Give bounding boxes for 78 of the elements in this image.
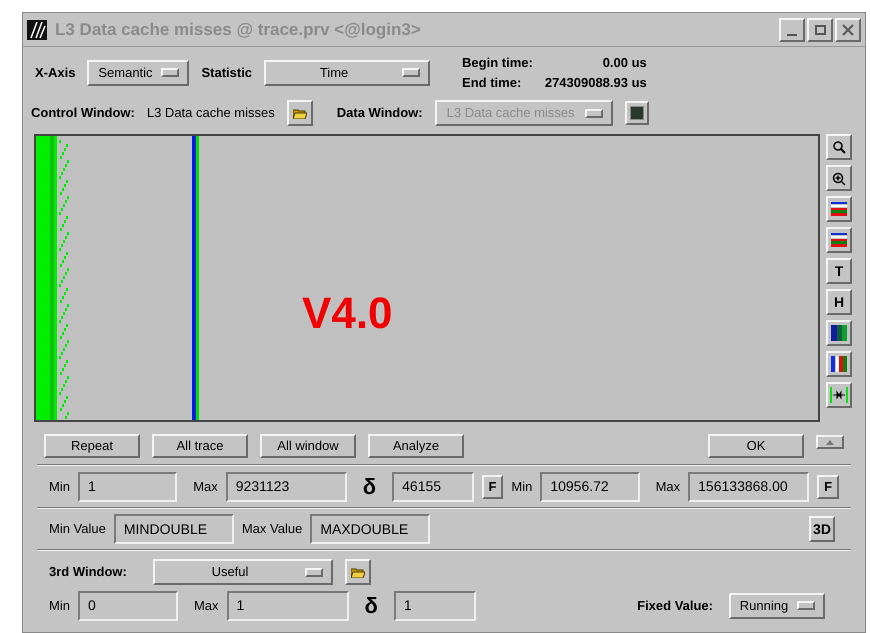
time-value: 0.00 us [602,54,647,72]
option-menu[interactable]: Running [729,592,825,618]
tool-button[interactable] [826,196,852,222]
field-label: Max [193,478,218,494]
color-lines-icon [831,233,848,247]
folder-button[interactable] [286,100,313,126]
ok-button[interactable]: OK [708,434,804,458]
field-label: Min [49,478,70,496]
folder-icon [351,566,365,578]
folder-icon [292,108,307,118]
field-label: Max [194,598,219,612]
fit-button[interactable]: F [482,474,504,498]
field-label: End time: [462,74,522,92]
option-menu[interactable]: Useful [153,559,333,585]
input-field[interactable]: MAXDOUBLE [310,514,430,544]
delta-symbol: δ [362,473,376,501]
input-field[interactable]: 10956.72 [540,472,640,502]
gradient-icon [831,325,848,341]
field-label: Min Value [49,520,106,538]
triangle-icon [826,440,834,444]
action-button[interactable]: All window [260,434,356,458]
3d-button[interactable]: 3D [809,516,835,542]
folder-button[interactable] [345,559,371,585]
arrows-inward-icon [830,387,848,403]
field-label: Control Window: [31,104,135,122]
option-indicator-icon [797,601,815,610]
tool-button[interactable] [826,320,852,346]
collapse-button[interactable] [816,435,844,449]
field-label: Max [656,478,680,494]
color-lines-icon [831,202,848,216]
input-field[interactable]: 156133868.00 [688,472,810,502]
close-button[interactable] [835,18,861,42]
tool-button[interactable] [826,165,852,191]
control-window-value: L3 Data cache misses [146,104,275,122]
time-value: 274309088.93 us [544,74,647,92]
field-label: Max Value [242,520,302,538]
option-indicator-icon [584,108,603,118]
action-button[interactable]: Analyze [368,434,464,458]
option-indicator-icon [305,568,323,576]
field-label: Min [49,596,70,615]
input-field[interactable]: 1 [226,590,349,620]
search-icon [832,140,846,154]
color-bars-icon [831,356,848,372]
input-field[interactable]: 9231123 [226,472,347,502]
delta-symbol: δ [364,592,378,620]
fit-button[interactable]: F [817,474,839,498]
option-indicator-icon [402,68,420,77]
tool-button[interactable] [826,134,852,160]
field-label: Min [511,478,532,496]
field-label: Fixed Value: [637,598,713,612]
maximize-button[interactable] [807,18,833,42]
input-field[interactable]: 46155 [392,472,474,502]
action-button[interactable]: Repeat [44,434,140,458]
minimize-button[interactable] [779,18,805,42]
tool-button[interactable] [826,351,852,377]
tool-button[interactable] [826,382,852,408]
tool-button[interactable]: T [826,258,852,284]
option-menu[interactable]: Time [264,60,430,86]
field-label: 3rd Window: [49,564,127,579]
window-title: L3 Data cache misses @ trace.prv <@login3> [55,18,422,41]
app-icon [27,20,47,40]
field-label: X-Axis [35,64,76,82]
option-menu[interactable]: Semantic [87,60,190,86]
input-field[interactable]: 0 [78,590,178,620]
action-button[interactable]: All trace [152,434,248,458]
tool-button[interactable] [826,227,852,253]
field-label: Begin time: [462,54,533,72]
input-field[interactable]: 1 [394,590,476,620]
zoom-in-icon [831,170,848,186]
tool-button[interactable]: H [826,289,852,315]
input-field[interactable]: MINDOUBLE [114,514,234,544]
field-label: Data Window: [336,105,423,120]
close-icon [842,24,854,36]
color-button[interactable] [624,101,649,125]
option-indicator-icon [161,68,180,77]
input-field[interactable]: 1 [78,472,178,502]
version-label: V4.0 [302,292,393,336]
field-label: Statistic [201,64,252,82]
